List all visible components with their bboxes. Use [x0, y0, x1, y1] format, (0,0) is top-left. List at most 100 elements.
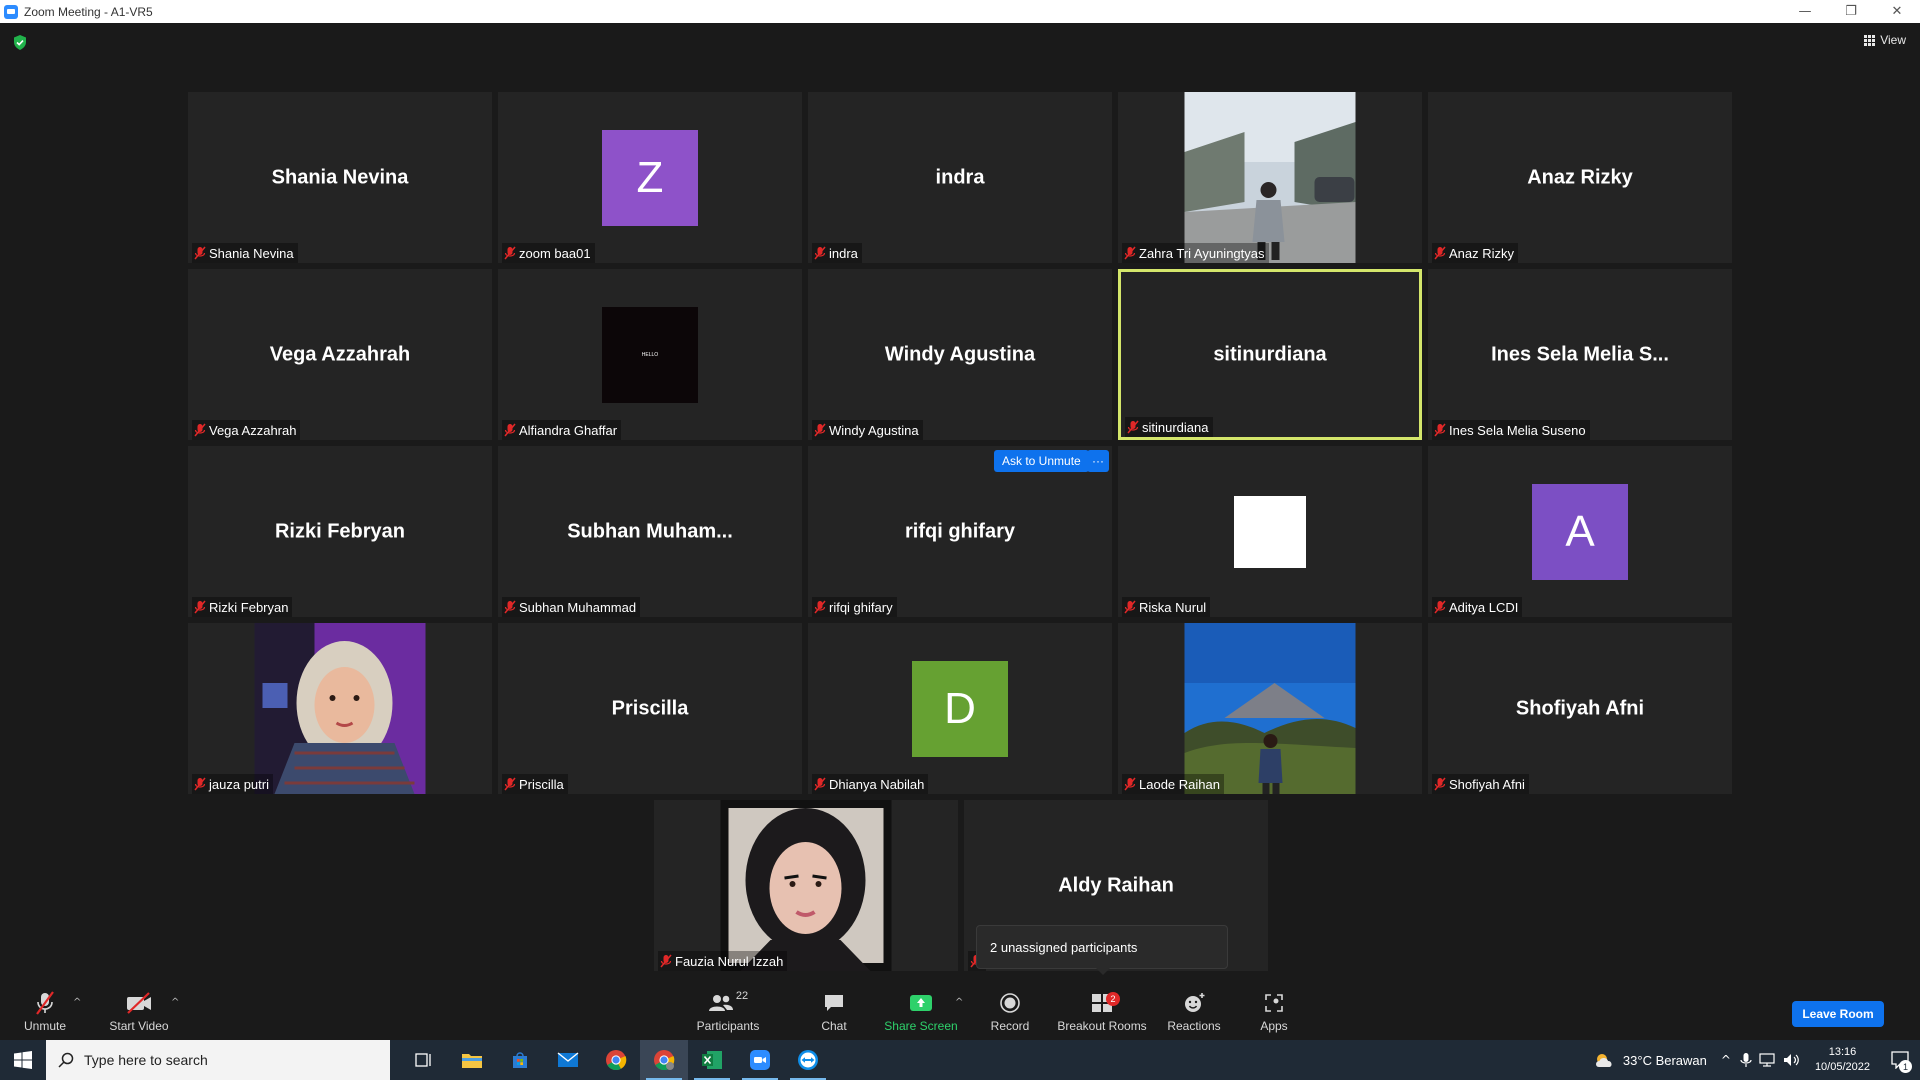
participant-name: indra: [829, 245, 858, 261]
apps-button[interactable]: Apps: [1255, 983, 1293, 1040]
encryption-shield-icon[interactable]: [13, 35, 27, 50]
participants-label: Participants: [696, 1019, 760, 1033]
excel-icon: [702, 1051, 722, 1069]
participant-name: Zahra Tri Ayuningtyas: [1139, 245, 1265, 261]
participant-tile[interactable]: Zzoom baa01: [498, 92, 802, 263]
participants-button[interactable]: 22 Participants: [692, 983, 764, 1040]
tray-overflow-chevron-icon[interactable]: ^: [1721, 1053, 1731, 1067]
network-icon[interactable]: [1759, 1052, 1777, 1068]
view-button[interactable]: View: [1864, 33, 1906, 47]
chrome-taskbar-button[interactable]: [592, 1040, 640, 1080]
participant-name: Windy Agustina: [829, 422, 919, 438]
participant-name: Shofiyah Afni: [1449, 776, 1525, 792]
participants-icon: 22: [708, 990, 748, 1016]
start-video-button[interactable]: Start Video: [104, 983, 174, 1040]
view-label: View: [1880, 33, 1906, 47]
microphone-muted-icon: [194, 246, 206, 260]
microphone-muted-icon: [194, 600, 206, 614]
avatar-blank: [1234, 495, 1306, 568]
participant-tile[interactable]: Windy Agustina Windy Agustina: [808, 269, 1112, 440]
microphone-muted-icon: [194, 777, 206, 791]
video-options-caret[interactable]: ^: [171, 997, 179, 1008]
audio-options-caret[interactable]: ^: [73, 997, 81, 1008]
search-icon: [58, 1052, 74, 1068]
taskbar-search-box[interactable]: Type here to search: [46, 1040, 390, 1080]
notification-center-button[interactable]: 1: [1880, 1040, 1920, 1080]
weather-text[interactable]: 33°C Berawan: [1623, 1053, 1707, 1068]
participant-tile[interactable]: Riska Nurul: [1118, 446, 1422, 617]
participant-tile[interactable]: HELLO Alfiandra Ghaffar: [498, 269, 802, 440]
microphone-muted-icon: [814, 600, 826, 614]
taskbar-search-placeholder: Type here to search: [84, 1052, 208, 1068]
windows-start-button[interactable]: [0, 1040, 46, 1080]
participant-display-name: Subhan Muham...: [567, 520, 733, 542]
participant-name-label: indra: [812, 243, 862, 263]
unmute-button[interactable]: Unmute: [18, 983, 72, 1040]
participant-tile[interactable]: Anaz Rizky Anaz Rizky: [1428, 92, 1732, 263]
participant-name-label: rifqi ghifary: [812, 597, 897, 617]
chrome-icon: [606, 1050, 627, 1071]
participant-tile[interactable]: Vega Azzahrah Vega Azzahrah: [188, 269, 492, 440]
participant-tile[interactable]: sitinurdiana sitinurdiana: [1118, 269, 1422, 440]
participant-photo-street: [1184, 92, 1356, 263]
volume-icon[interactable]: [1783, 1052, 1801, 1068]
restore-button[interactable]: ❐: [1828, 0, 1874, 23]
taskbar-clock[interactable]: 13:16 10/05/2022: [1815, 1045, 1870, 1075]
participant-tile[interactable]: Ines Sela Melia S... Ines Sela Melia Suse…: [1428, 269, 1732, 440]
apps-label: Apps: [1260, 1019, 1288, 1033]
store-taskbar-button[interactable]: [496, 1040, 544, 1080]
participant-photo-hijab: [254, 623, 426, 794]
share-screen-icon: [909, 990, 933, 1016]
breakout-rooms-button[interactable]: 2 Breakout Rooms: [1056, 983, 1148, 1040]
participant-display-name: Anaz Rizky: [1527, 166, 1633, 188]
record-button[interactable]: Record: [987, 983, 1033, 1040]
participant-tile[interactable]: Priscilla Priscilla: [498, 623, 802, 794]
participant-tile[interactable]: A Aditya LCDI: [1428, 446, 1732, 617]
participant-name: Aditya LCDI: [1449, 599, 1519, 615]
participant-name: Vega Azzahrah: [209, 422, 297, 438]
participant-name-label: Rizki Febryan: [192, 597, 293, 617]
participant-name-label: Dhianya Nabilah: [812, 774, 929, 794]
participant-display-name: Aldy Raihan: [1058, 874, 1174, 896]
participant-tile[interactable]: Laode Raihan: [1118, 623, 1422, 794]
more-options-button[interactable]: ···: [1087, 450, 1109, 472]
microphone-muted-icon: [1434, 246, 1446, 260]
chat-button[interactable]: Chat: [814, 983, 854, 1040]
participant-tile[interactable]: jauza putri: [188, 623, 492, 794]
participant-name-label: Shania Nevina: [192, 243, 298, 263]
microphone-muted-icon: [814, 246, 826, 260]
microphone-tray-icon[interactable]: [1739, 1052, 1753, 1068]
teamviewer-taskbar-button[interactable]: [784, 1040, 832, 1080]
close-button[interactable]: ✕: [1874, 0, 1920, 23]
zoom-taskbar-button[interactable]: [736, 1040, 784, 1080]
share-screen-button[interactable]: Share Screen: [881, 983, 961, 1040]
reactions-button[interactable]: Reactions: [1166, 983, 1222, 1040]
participant-name: Ines Sela Melia Suseno: [1449, 422, 1586, 438]
task-view-button[interactable]: [400, 1040, 448, 1080]
participant-tile[interactable]: D Dhianya Nabilah: [808, 623, 1112, 794]
participant-tile[interactable]: Fauzia Nurul Izzah: [654, 800, 958, 971]
windows-logo-icon: [14, 1051, 32, 1069]
participant-display-name: Shania Nevina: [271, 166, 409, 188]
participant-tile[interactable]: Shofiyah Afni Shofiyah Afni: [1428, 623, 1732, 794]
participant-tile[interactable]: indra indra: [808, 92, 1112, 263]
participant-tile[interactable]: Shania Nevina Shania Nevina: [188, 92, 492, 263]
participant-tile[interactable]: Rizki Febryan Rizki Febryan: [188, 446, 492, 617]
participant-name: rifqi ghifary: [829, 599, 893, 615]
excel-taskbar-button[interactable]: [688, 1040, 736, 1080]
participant-display-name: Shofiyah Afni: [1515, 697, 1645, 719]
leave-room-button[interactable]: Leave Room: [1792, 1001, 1884, 1027]
chrome-profile-taskbar-button[interactable]: [640, 1040, 688, 1080]
participant-tile[interactable]: Zahra Tri Ayuningtyas: [1118, 92, 1422, 263]
participant-tile[interactable]: Subhan Muham... Subhan Muhammad: [498, 446, 802, 617]
weather-cloudy-icon[interactable]: [1593, 1051, 1617, 1069]
participant-name-label: Priscilla: [502, 774, 568, 794]
reactions-label: Reactions: [1167, 1019, 1221, 1033]
participant-display-name: sitinurdiana: [1213, 343, 1327, 365]
file-explorer-taskbar-button[interactable]: [448, 1040, 496, 1080]
minimize-button[interactable]: —: [1782, 0, 1828, 23]
mail-taskbar-button[interactable]: [544, 1040, 592, 1080]
participant-name: Anaz Rizky: [1449, 245, 1515, 261]
ask-to-unmute-button[interactable]: Ask to Unmute: [994, 450, 1089, 472]
share-options-caret[interactable]: ^: [955, 997, 963, 1008]
